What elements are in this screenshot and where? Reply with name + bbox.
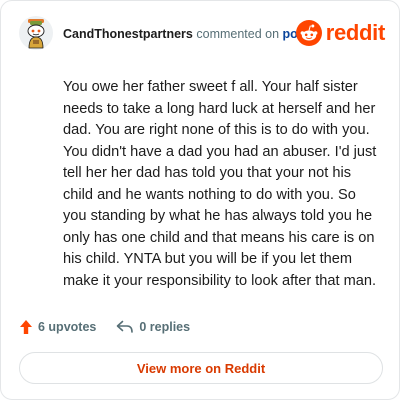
comment-actions: 6 upvotes 0 replies bbox=[19, 317, 190, 337]
comment-embed-card: CandThonestpartners commented on post re… bbox=[0, 0, 400, 400]
upvote-arrow-icon bbox=[20, 320, 32, 334]
reddit-snoo-logo-icon bbox=[295, 20, 322, 46]
reply-arrow-icon bbox=[117, 320, 134, 333]
commented-on-text: commented on bbox=[196, 27, 280, 41]
comment-body: You owe her father sweet f all. Your hal… bbox=[63, 79, 377, 289]
snoo-avatar-icon bbox=[19, 16, 53, 50]
replies-count: 0 replies bbox=[139, 320, 191, 334]
avatar[interactable] bbox=[19, 16, 53, 50]
upvote-button[interactable]: 6 upvotes bbox=[19, 319, 96, 335]
comment-header: CandThonestpartners commented on post re… bbox=[19, 16, 385, 52]
username[interactable]: CandThonestpartners bbox=[63, 27, 193, 41]
reply-button[interactable]: 0 replies bbox=[116, 320, 190, 334]
reddit-brand[interactable]: reddit bbox=[295, 18, 386, 48]
upvotes-count: 6 upvotes bbox=[38, 320, 97, 334]
comment-meta: CandThonestpartners commented on post bbox=[63, 26, 309, 42]
view-more-on-reddit-button[interactable]: View more on Reddit bbox=[19, 352, 383, 384]
reddit-wordmark: reddit bbox=[325, 20, 386, 45]
